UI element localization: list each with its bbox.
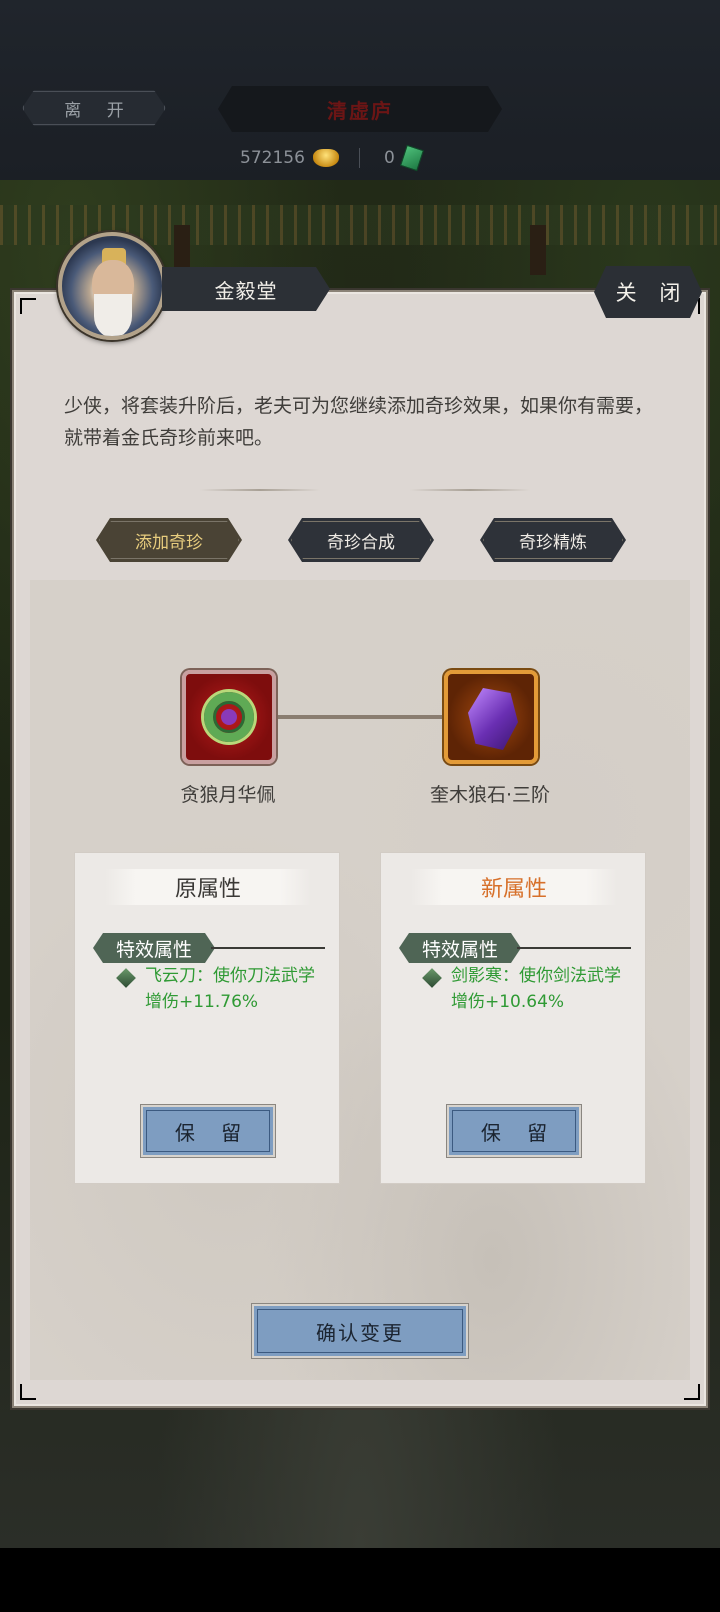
corner-ornament xyxy=(20,298,36,314)
close-button[interactable]: 关 闭 xyxy=(594,266,702,318)
gold-ingot-icon xyxy=(312,149,339,167)
tab-label: 添加奇珍 xyxy=(135,532,203,553)
confirm-label: 确认变更 xyxy=(316,1320,404,1345)
special-attribute-tag: 特效属性 xyxy=(93,933,215,963)
npc-avatar xyxy=(58,232,166,340)
note-amount: 0 xyxy=(384,148,395,168)
new-attribute-card: 新属性 特效属性 剑影寒：使你剑法武学增伤+10.64% 保 留 xyxy=(380,852,646,1184)
original-attribute-text: 飞云刀：使你刀法武学增伤+11.76% xyxy=(145,966,315,1012)
location-title: 清虚庐 xyxy=(218,86,502,132)
treasure-slot[interactable] xyxy=(444,670,538,764)
pillar xyxy=(530,225,546,275)
intro-text: 少侠，将套装升阶后，老夫可为您继续添加奇珍效果，如果你有需要，就带着金氏奇珍前来… xyxy=(64,395,654,449)
tag-divider xyxy=(211,947,325,949)
new-attribute-text: 剑影寒：使你剑法武学增伤+10.64% xyxy=(451,966,621,1012)
equipment-name: 贪狼月华佩 xyxy=(180,784,276,806)
keep-original-button[interactable]: 保 留 xyxy=(141,1105,275,1157)
npc-name: 金毅堂 xyxy=(162,267,330,311)
gold-amount: 572156 xyxy=(240,148,305,168)
confirm-change-button[interactable]: 确认变更 xyxy=(252,1304,468,1358)
equipment-slot[interactable] xyxy=(182,670,276,764)
corner-ornament xyxy=(20,1384,36,1400)
pendant-knot xyxy=(221,709,237,725)
gold-currency: 572156 xyxy=(240,146,339,170)
item-connector xyxy=(276,715,444,719)
bottom-bar xyxy=(0,1548,720,1612)
tab-refine-treasure[interactable]: 奇珍精炼 xyxy=(480,518,626,562)
avatar-beard xyxy=(94,294,132,336)
special-attribute-tag: 特效属性 xyxy=(399,933,521,963)
ornament-line-right xyxy=(410,489,530,491)
wolf-stone-icon xyxy=(468,688,518,750)
new-attribute-header: 新属性 xyxy=(411,869,617,905)
original-attribute-header: 原属性 xyxy=(105,869,311,905)
tab-label: 奇珍精炼 xyxy=(519,532,587,553)
tab-add-treasure[interactable]: 添加奇珍 xyxy=(96,518,242,562)
tab-combine-treasure[interactable]: 奇珍合成 xyxy=(288,518,434,562)
note-currency: 0 xyxy=(384,144,424,172)
keep-label: 保 留 xyxy=(174,1120,252,1145)
currency-divider xyxy=(359,148,360,168)
leave-button[interactable]: 离 开 xyxy=(22,90,166,126)
original-attribute-card: 原属性 特效属性 飞云刀：使你刀法武学增伤+11.76% 保 留 xyxy=(74,852,340,1184)
tag-divider xyxy=(517,947,631,949)
top-bar: 离 开 清虚庐 572156 0 xyxy=(0,0,720,180)
ornament-line-left xyxy=(200,489,320,491)
banknote-icon xyxy=(399,144,424,172)
tab-label: 奇珍合成 xyxy=(327,532,395,553)
treasure-name: 奎木狼石·三阶 xyxy=(429,784,551,806)
gem-icon xyxy=(422,968,442,988)
gem-icon xyxy=(116,968,136,988)
corner-ornament xyxy=(684,1384,700,1400)
keep-new-button[interactable]: 保 留 xyxy=(447,1105,581,1157)
keep-label: 保 留 xyxy=(480,1120,558,1145)
